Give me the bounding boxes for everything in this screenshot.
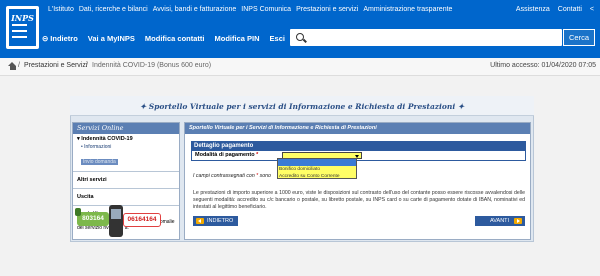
home-icon[interactable] (8, 62, 17, 70)
sidebar-altri-servizi[interactable]: Altri servizi (73, 175, 179, 185)
sportello-title: ✦ Sportello Virtuale per i servizi di In… (70, 96, 534, 116)
main-panel: Sportello Virtuale per i Servizi di Info… (184, 122, 531, 240)
main-header: Sportello Virtuale per i Servizi di Info… (185, 123, 530, 134)
topnav-istituto[interactable]: L'Istituto (48, 6, 74, 13)
inps-logo[interactable]: INPS (6, 6, 39, 49)
divider (73, 171, 179, 172)
divider (73, 188, 179, 189)
modifica-contatti-link[interactable]: Modifica contatti (145, 34, 205, 43)
breadcrumb: / Prestazioni e Servizi / Indennità COVI… (0, 58, 600, 76)
sidebar-title: Servizi Online (73, 123, 179, 134)
avanti-label: AVANTI (490, 218, 510, 224)
top-right-links: Assistenza Contatti < (516, 6, 594, 13)
logo-bars-icon (12, 24, 27, 38)
sidebar-section-covid[interactable]: ▾ Indennità COVID-19 (73, 134, 179, 144)
esci-link[interactable]: Esci (270, 34, 285, 43)
back-circle-icon: ⊝ (42, 33, 49, 43)
toll-free-number: 803164 (77, 212, 109, 226)
sidebar-item-invio-domanda[interactable]: Invio domanda (81, 159, 118, 165)
breadcrumb-current: Indennità COVID-19 (Bonus 600 euro) (92, 62, 212, 69)
topnav-dati[interactable]: Dati, ricerche e bilanci (79, 6, 148, 13)
topnav-avvisi[interactable]: Avvisi, bandi e fatturazione (153, 6, 237, 13)
payment-dropdown-list: Bonifico domiciliato Accredito su Conto … (277, 158, 357, 179)
contatti-numbers: 803164 06164164 (75, 205, 177, 237)
arrow-left-icon (196, 218, 204, 224)
top-header: INPS L'Istituto Dati, ricerche e bilanci… (0, 0, 600, 58)
top-nav: L'Istituto Dati, ricerche e bilanci Avvi… (48, 6, 457, 13)
note-required-mark: * (256, 173, 259, 179)
note-text-end: sono (259, 173, 271, 179)
mobile-phone-icon (109, 205, 123, 237)
arrow-right-icon (514, 218, 522, 224)
indietro-label: INDIETRO (207, 218, 234, 224)
dropdown-option-conto[interactable]: Accredito su Conto Corrente (278, 173, 356, 180)
phone-icon (75, 208, 81, 216)
sidebar: Servizi Online ▾ Indennità COVID-19 • In… (72, 122, 180, 240)
payment-method-label: Modalità di pagamento (195, 152, 255, 158)
indietro-link[interactable]: Indietro (50, 34, 78, 43)
assistenza-link[interactable]: Assistenza (516, 6, 550, 13)
dropdown-option-bonifico[interactable]: Bonifico domiciliato (278, 166, 356, 173)
breadcrumb-prestazioni[interactable]: Prestazioni e Servizi (24, 62, 87, 69)
mobile-number: 06164164 (123, 213, 161, 227)
search-input[interactable] (290, 29, 562, 46)
avanti-button[interactable]: AVANTI (475, 216, 525, 226)
payment-method-row: Modalità di pagamento * (191, 151, 526, 161)
required-note: I campi contrassegnati con * sono (193, 173, 271, 179)
required-mark: * (256, 152, 259, 158)
topnav-prestazioni[interactable]: Prestazioni e servizi (296, 6, 358, 13)
note-text: I campi contrassegnati con (193, 173, 255, 179)
myinps-link[interactable]: Vai a MyINPS (88, 34, 135, 43)
modifica-pin-link[interactable]: Modifica PIN (215, 34, 260, 43)
separator-icon: / (18, 62, 20, 69)
search-icon (296, 33, 304, 41)
sportello-title-label: Sportello Virtuale per i servizi di Info… (148, 102, 456, 111)
topnav-amministrazione[interactable]: Amministrazione trasparente (363, 6, 452, 13)
indietro-button[interactable]: INDIETRO (193, 216, 238, 226)
share-icon[interactable]: < (590, 6, 594, 13)
detail-title: Dettaglio pagamento (191, 141, 526, 151)
topnav-comunica[interactable]: INPS Comunica (241, 6, 291, 13)
search-button[interactable]: Cerca (563, 29, 595, 46)
info-paragraph: Le prestazioni di importo superiore a 10… (193, 190, 525, 210)
sidebar-section-label: Indennità COVID-19 (81, 136, 133, 142)
secondary-nav: ⊝ Indietro Vai a MyINPS Modifica contatt… (42, 30, 295, 46)
contatti-link[interactable]: Contatti (558, 6, 582, 13)
dropdown-option-empty[interactable] (278, 159, 356, 166)
separator-icon: / (86, 62, 88, 69)
sportello-title-text: ✦ Sportello Virtuale per i servizi di In… (139, 102, 465, 111)
last-access: Ultimo accesso: 01/04/2020 07:05 (490, 62, 596, 69)
sidebar-uscita[interactable]: Uscita (73, 192, 179, 202)
